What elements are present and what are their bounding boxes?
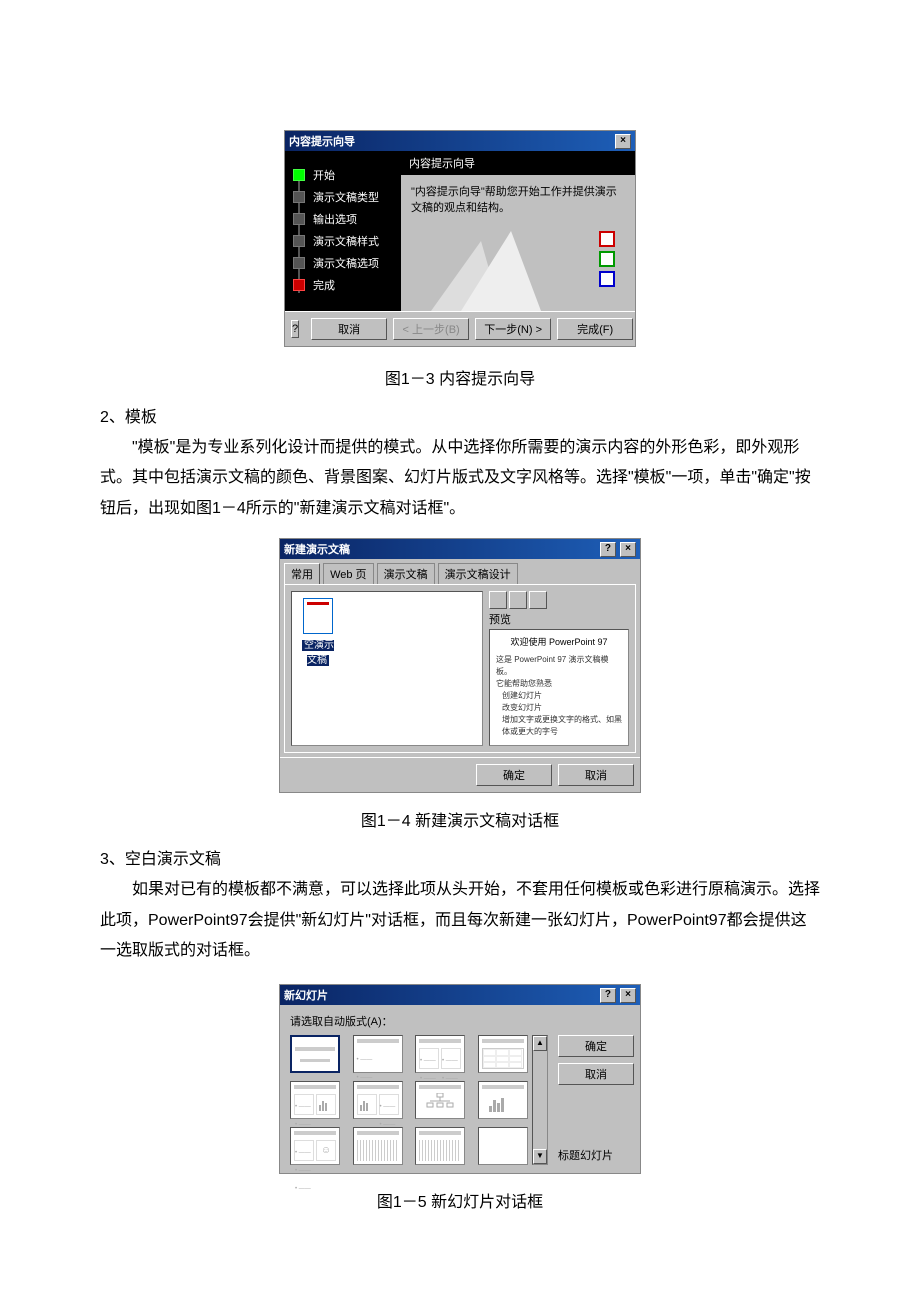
org-chart-icon	[425, 1093, 455, 1111]
heading-2: 2、模板	[100, 403, 820, 427]
preview-bullet: 它能帮助您熟悉	[496, 678, 622, 690]
tab-designs[interactable]: 演示文稿设计	[438, 563, 518, 584]
layout-title-slide[interactable]	[290, 1035, 340, 1073]
template-list[interactable]: 空演示文稿	[291, 591, 483, 746]
new-title: 新建演示文稿	[284, 541, 350, 557]
ok-button[interactable]: 确定	[558, 1035, 634, 1057]
preview-label: 预览	[489, 611, 629, 627]
layout-blank[interactable]	[478, 1127, 528, 1165]
heading-3: 3、空白演示文稿	[100, 845, 820, 869]
slide-titlebar: 新幻灯片 ? ×	[280, 985, 640, 1005]
view-large-icon[interactable]	[489, 591, 507, 609]
green-square-icon	[599, 251, 615, 267]
wizard-content: 内容提示向导 "内容提示向导"帮助您开始工作并提供演示文稿的观点和结构。	[401, 151, 635, 311]
preview-bullet: 创建幻灯片	[496, 690, 622, 702]
scroll-down-icon[interactable]: ▼	[533, 1149, 547, 1164]
layout-org-chart[interactable]	[415, 1081, 465, 1119]
layout-name: 标题幻灯片	[558, 1145, 630, 1165]
nav-item-start[interactable]: 开始	[293, 167, 393, 183]
view-detail-icon[interactable]	[529, 591, 547, 609]
layout-text-clipart[interactable]: ☺	[290, 1127, 340, 1165]
layout-two-column[interactable]	[415, 1035, 465, 1073]
scroll-up-icon[interactable]: ▲	[533, 1036, 547, 1051]
cancel-button[interactable]: 取消	[558, 764, 634, 786]
preview-pane: 欢迎使用 PowerPoint 97 这是 PowerPoint 97 演示文稿…	[489, 629, 629, 746]
layout-text-chart[interactable]	[290, 1081, 340, 1119]
presentation-file-icon	[303, 598, 333, 634]
caption-1: 图1－3 内容提示向导	[100, 365, 820, 389]
paragraph-3: 如果对已有的模板都不满意，可以选择此项从头开始，不套用任何模板或色彩进行原稿演示…	[100, 875, 820, 966]
new-titlebar: 新建演示文稿 ? ×	[280, 539, 640, 559]
layout-scrollbar[interactable]: ▲ ▼	[532, 1035, 548, 1165]
caption-3: 图1－5 新幻灯片对话框	[100, 1188, 820, 1212]
preview-bullet: 增加文字或更换文字的格式、如黑体或更大的字号	[496, 714, 622, 738]
nav-item-finish[interactable]: 完成	[293, 277, 393, 293]
red-square-icon	[599, 231, 615, 247]
help-button[interactable]: ?	[291, 320, 299, 338]
caption-2: 图1－4 新建演示文稿对话框	[100, 807, 820, 831]
cancel-button[interactable]: 取消	[558, 1063, 634, 1085]
tab-web[interactable]: Web 页	[323, 563, 373, 584]
new-slide-dialog: 新幻灯片 ? × 请选取自动版式(A)：	[279, 984, 641, 1174]
help-icon[interactable]: ?	[600, 542, 616, 557]
preview-title: 欢迎使用 PowerPoint 97	[496, 636, 622, 650]
layout-table[interactable]	[478, 1035, 528, 1073]
help-icon[interactable]: ?	[600, 988, 616, 1003]
preview-bullet: 这是 PowerPoint 97 演示文稿模板。	[496, 654, 622, 678]
wizard-title: 内容提示向导	[289, 133, 355, 149]
nav-item-output[interactable]: 输出选项	[293, 211, 393, 227]
layout-title-only[interactable]	[415, 1127, 465, 1165]
nav-item-style[interactable]: 演示文稿样式	[293, 233, 393, 249]
view-buttons	[489, 591, 629, 609]
wizard-graphic-icon	[411, 211, 541, 311]
layout-chart[interactable]	[478, 1081, 528, 1119]
close-icon[interactable]: ×	[620, 988, 636, 1003]
close-icon[interactable]: ×	[620, 542, 636, 557]
tab-general[interactable]: 常用	[284, 563, 320, 584]
nav-item-type[interactable]: 演示文稿类型	[293, 189, 393, 205]
nav-item-options[interactable]: 演示文稿选项	[293, 255, 393, 271]
new-presentation-dialog: 新建演示文稿 ? × 常用 Web 页 演示文稿 演示文稿设计 空演示文稿	[279, 538, 641, 793]
paragraph-2: "模板"是为专业系列化设计而提供的模式。从中选择你所需要的演示内容的外形色彩，即…	[100, 433, 820, 524]
layout-chart-text[interactable]	[353, 1081, 403, 1119]
layout-label: 请选取自动版式(A)：	[290, 1013, 630, 1029]
wizard-nav: 开始 演示文稿类型 输出选项 演示文稿样式 演示文稿选项 完成	[285, 151, 401, 311]
ok-button[interactable]: 确定	[476, 764, 552, 786]
wizard-banner: 内容提示向导	[401, 151, 635, 175]
layout-bulleted-list[interactable]	[353, 1035, 403, 1073]
tab-presentations[interactable]: 演示文稿	[377, 563, 435, 584]
cancel-button[interactable]: 取消	[311, 318, 387, 340]
content-wizard-dialog: 内容提示向导 × 开始 演示文稿类型 输出选项 演示文稿样式 演示文稿选项 完成…	[284, 130, 636, 347]
tabs: 常用 Web 页 演示文稿 演示文稿设计	[280, 559, 640, 584]
blue-square-icon	[599, 271, 615, 287]
close-icon[interactable]: ×	[615, 134, 631, 149]
slide-title: 新幻灯片	[284, 987, 328, 1003]
preview-bullet: 改变幻灯片	[496, 702, 622, 714]
layout-clipart-text[interactable]	[353, 1127, 403, 1165]
view-list-icon[interactable]	[509, 591, 527, 609]
finish-button[interactable]: 完成(F)	[557, 318, 633, 340]
blank-presentation-item[interactable]: 空演示文稿	[298, 598, 338, 666]
back-button: < 上一步(B)	[393, 318, 469, 340]
next-button[interactable]: 下一步(N) >	[475, 318, 551, 340]
layout-grid: ☺	[290, 1035, 532, 1165]
wizard-titlebar: 内容提示向导 ×	[285, 131, 635, 151]
